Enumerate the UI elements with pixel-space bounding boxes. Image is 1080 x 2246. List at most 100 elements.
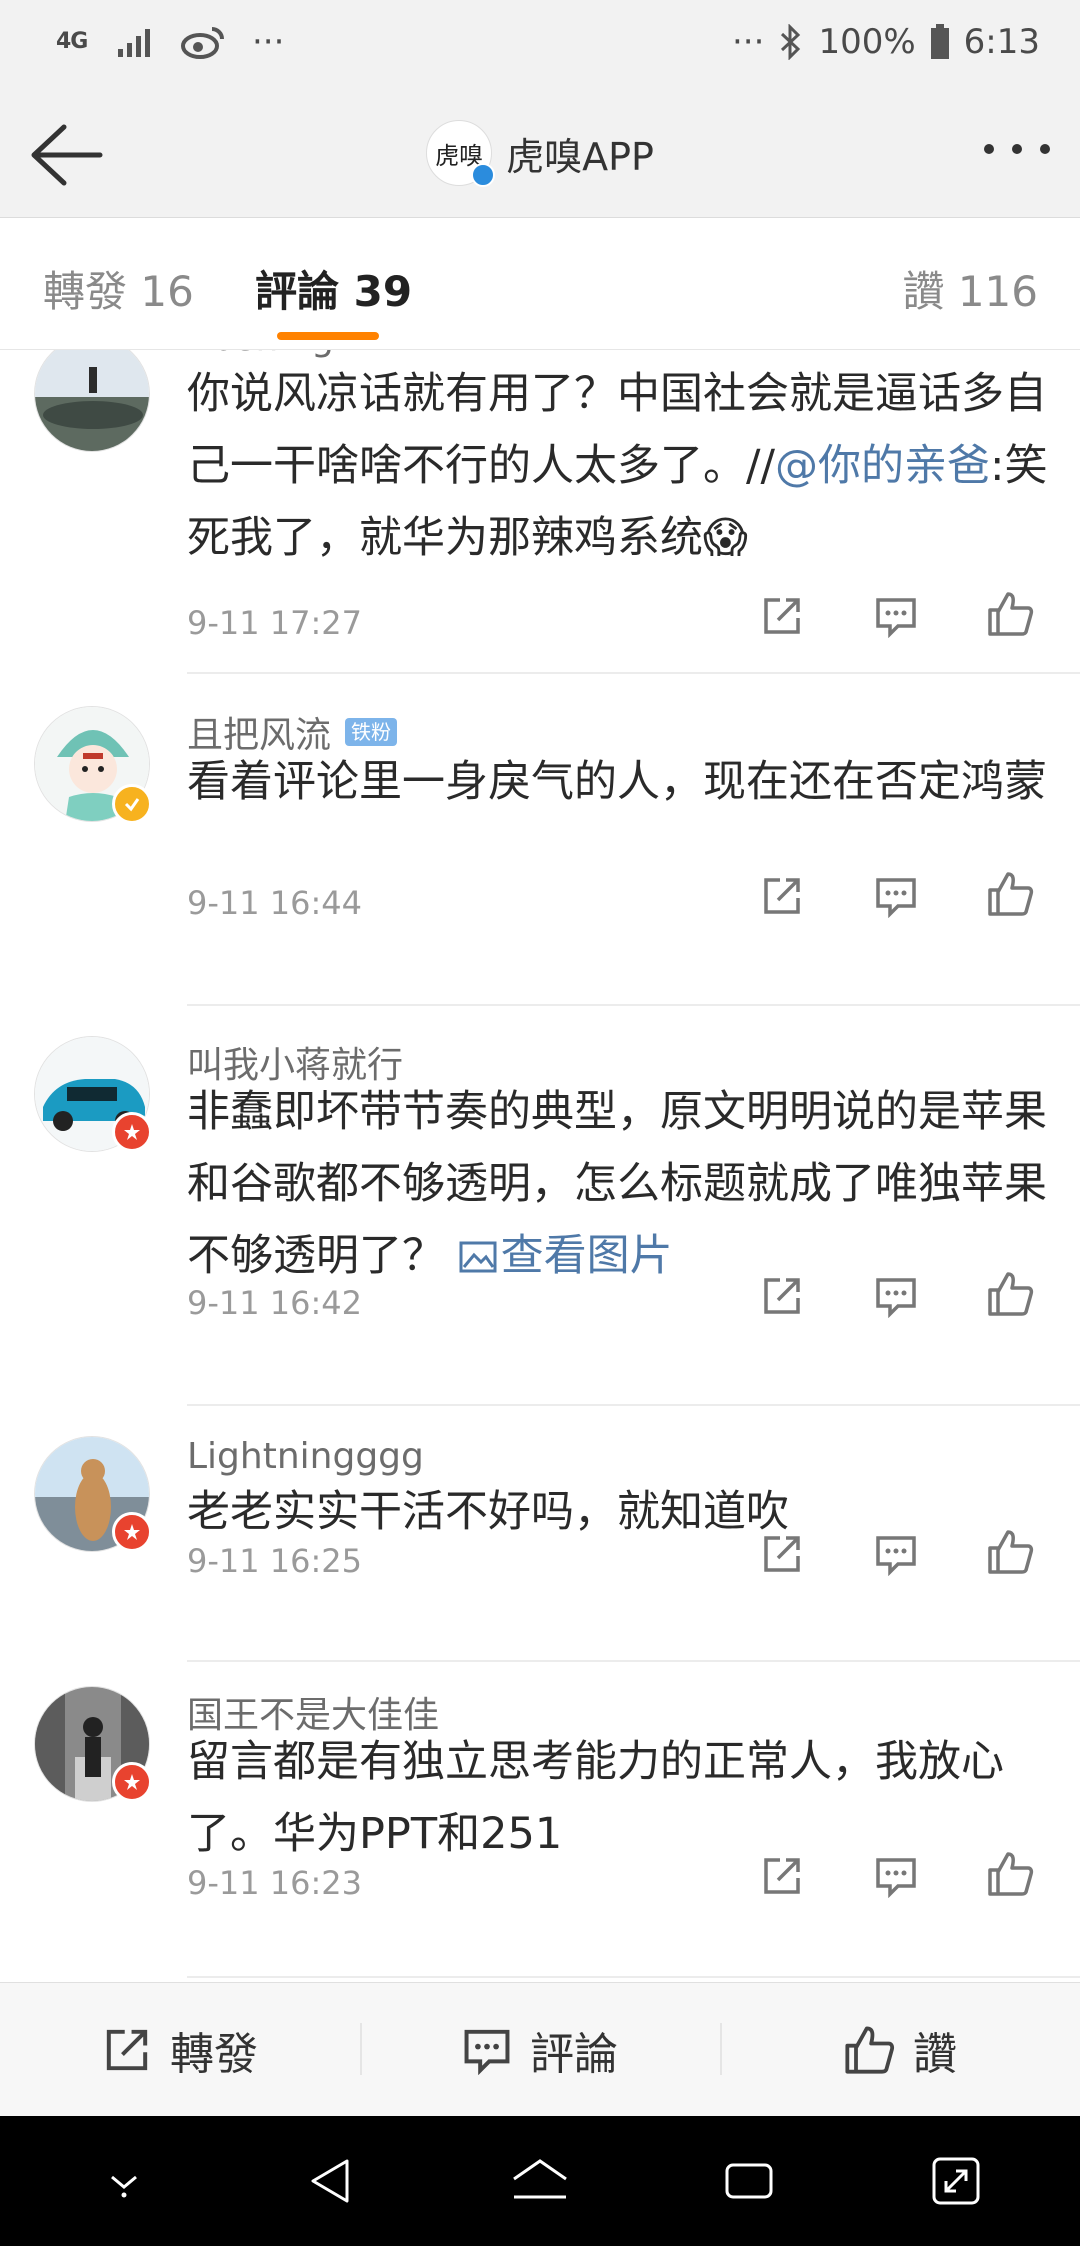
divider bbox=[187, 1660, 1080, 1662]
repost-label: 轉發 bbox=[170, 2028, 258, 2080]
comment-icon bbox=[464, 2029, 510, 2075]
tab-repost[interactable]: 轉發 16 bbox=[43, 258, 194, 319]
bluetooth-icon bbox=[781, 24, 801, 60]
forward-icon bbox=[764, 1858, 800, 1894]
comment-time: 9-11 17:27 bbox=[187, 604, 363, 642]
forward-icon bbox=[764, 1536, 800, 1572]
active-tab-indicator bbox=[277, 332, 379, 340]
reply-action-button[interactable] bbox=[874, 1854, 918, 1898]
member-badge bbox=[112, 1512, 152, 1552]
like-button[interactable]: 讚 bbox=[720, 1983, 1080, 2116]
triangle-back-icon bbox=[311, 2159, 349, 2203]
forward-action-button[interactable] bbox=[760, 1274, 804, 1318]
username[interactable]: Lightningggg bbox=[187, 1436, 424, 1477]
like-action-button[interactable] bbox=[986, 870, 1034, 918]
comment-label: 評論 bbox=[530, 2028, 618, 2080]
thumbs-up-icon bbox=[988, 1272, 1034, 1316]
tab-bar: 轉發 16 評論 39 讚 116 bbox=[0, 218, 1080, 350]
expand-icon bbox=[932, 2157, 980, 2205]
forward-action-button[interactable] bbox=[760, 874, 804, 918]
comment-icon bbox=[876, 1858, 916, 1898]
clock: 6:13 bbox=[963, 22, 1040, 62]
like-action-button[interactable] bbox=[986, 1528, 1034, 1576]
repost-button[interactable]: 轉發 bbox=[0, 1983, 360, 2116]
comment-icon bbox=[876, 598, 916, 638]
view-image-label: 查看图片 bbox=[500, 1231, 673, 1281]
member-badge bbox=[112, 1112, 152, 1152]
divider bbox=[187, 1404, 1080, 1406]
forward-action-button[interactable] bbox=[760, 1532, 804, 1576]
header-title: 虎嗅APP bbox=[506, 134, 654, 179]
status-bar: 4G ··· ··· 100% 6:13 bbox=[0, 0, 1080, 92]
home-icon bbox=[513, 2159, 567, 2199]
account-title[interactable]: 虎嗅 虎嗅APP bbox=[0, 120, 1080, 187]
more-options-button[interactable] bbox=[984, 144, 1050, 154]
system-navigation-bar bbox=[0, 2116, 1080, 2246]
like-action-button[interactable] bbox=[986, 590, 1034, 638]
emoji: 😱 bbox=[703, 513, 748, 563]
divider bbox=[187, 1976, 1080, 1978]
view-image-link[interactable]: 查看图片 bbox=[459, 1231, 673, 1281]
comment-text: 老老实实干活不好吗，就知道吹 bbox=[187, 1487, 789, 1537]
chevron-down-icon bbox=[110, 2175, 137, 2198]
comment-time: 9-11 16:25 bbox=[187, 1542, 363, 1580]
thumbs-up-icon bbox=[988, 1852, 1034, 1896]
battery-icon bbox=[930, 24, 949, 59]
comment-time: 9-11 16:23 bbox=[187, 1864, 363, 1902]
recents-icon bbox=[725, 2163, 773, 2199]
weibo-icon bbox=[181, 27, 224, 59]
reply-action-button[interactable] bbox=[874, 874, 918, 918]
image-icon bbox=[459, 1241, 497, 1273]
tab-comments[interactable]: 評論 39 bbox=[255, 258, 412, 319]
like-label: 讚 bbox=[913, 2028, 957, 2080]
comment-button[interactable]: 評論 bbox=[360, 1983, 720, 2116]
battery-percent: 100% bbox=[818, 22, 916, 62]
verified-icon bbox=[471, 163, 496, 187]
comment-text: 看着评论里一身戾气的人，现在还在否定鸿蒙 bbox=[187, 757, 1047, 807]
tab-likes[interactable]: 讚 116 bbox=[902, 258, 1038, 319]
comment-text: 你说风凉话就有用了？中国社会就是逼话多自己一干啥啥不行的人太多了。//@你的亲爸… bbox=[187, 358, 1052, 574]
comment-text: 留言都是有独立思考能力的正常人，我放心了。华为PPT和251 bbox=[187, 1737, 1004, 1859]
comment-icon bbox=[876, 1536, 916, 1576]
comment-icon bbox=[876, 878, 916, 918]
divider bbox=[187, 672, 1080, 674]
forward-icon bbox=[764, 878, 800, 914]
verified-gold-badge bbox=[112, 784, 152, 824]
thumbs-up-icon bbox=[988, 872, 1034, 916]
forward-action-button[interactable] bbox=[760, 1854, 804, 1898]
thumbs-up-icon bbox=[845, 2025, 895, 2074]
status-more-left: ··· bbox=[252, 22, 285, 62]
signal-icon bbox=[118, 29, 150, 57]
thumbs-up-icon bbox=[988, 592, 1034, 636]
forward-action-button[interactable] bbox=[760, 594, 804, 638]
nav-back-button[interactable] bbox=[301, 2151, 361, 2211]
network-type: 4G bbox=[56, 29, 88, 54]
nav-expand-button[interactable] bbox=[926, 2151, 986, 2211]
comment-list[interactable]: Dashing-K 你说风凉话就有用了？中国社会就是逼话多自己一干啥啥不行的人太… bbox=[0, 350, 1080, 1982]
member-badge bbox=[112, 1762, 152, 1802]
comment-text: 非蠢即坏带节奏的典型，原文明明说的是苹果和谷歌都不够透明，怎么标题就成了唯独苹果… bbox=[187, 1076, 1052, 1292]
like-action-button[interactable] bbox=[986, 1270, 1034, 1318]
reply-action-button[interactable] bbox=[874, 1532, 918, 1576]
forward-icon bbox=[764, 1278, 800, 1314]
comment-time: 9-11 16:42 bbox=[187, 1284, 363, 1322]
account-logo: 虎嗅 bbox=[426, 120, 496, 187]
thumbs-up-icon bbox=[988, 1530, 1034, 1574]
forward-icon bbox=[764, 598, 800, 634]
avatar[interactable] bbox=[34, 350, 150, 452]
mention-link[interactable]: @你的亲爸 bbox=[775, 441, 990, 491]
hide-keyboard-button[interactable] bbox=[94, 2151, 154, 2211]
nav-home-button[interactable] bbox=[508, 2151, 572, 2211]
comment-icon bbox=[876, 1278, 916, 1318]
bottom-action-bar: 轉發 評論 讚 bbox=[0, 1982, 1080, 2116]
status-more-right: ··· bbox=[732, 22, 765, 62]
header: 虎嗅 虎嗅APP bbox=[0, 92, 1080, 218]
reply-action-button[interactable] bbox=[874, 1274, 918, 1318]
nav-recents-button[interactable] bbox=[719, 2151, 779, 2211]
like-action-button[interactable] bbox=[986, 1850, 1034, 1898]
comment-time: 9-11 16:44 bbox=[187, 884, 363, 922]
forward-icon bbox=[106, 2029, 148, 2070]
fan-badge: 铁粉 bbox=[345, 718, 398, 746]
reply-action-button[interactable] bbox=[874, 594, 918, 638]
divider bbox=[187, 1004, 1080, 1006]
